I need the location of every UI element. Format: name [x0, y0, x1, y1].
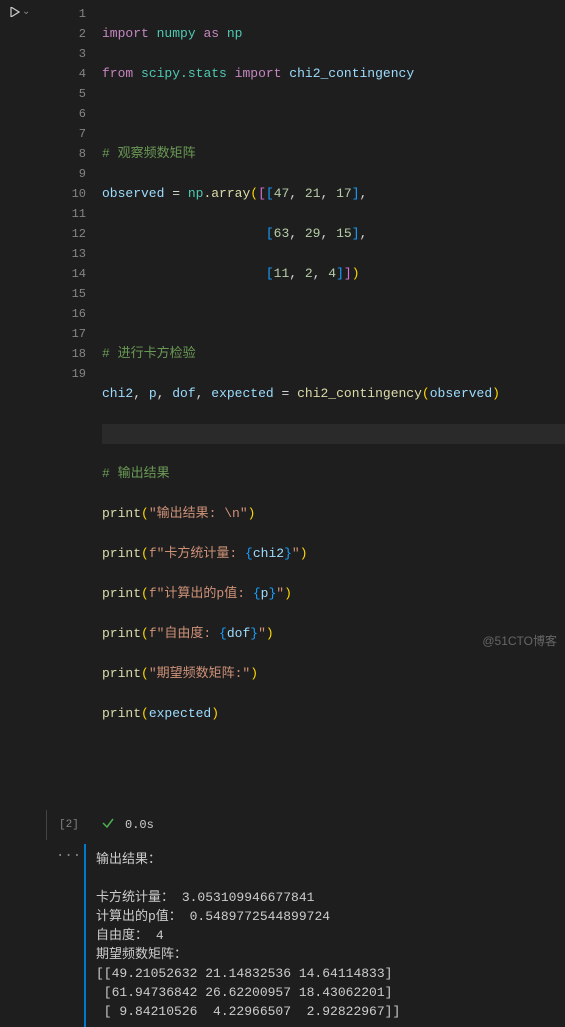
- execution-status: [2] 0.0s: [46, 810, 565, 840]
- code-cell[interactable]: 1 2 3 4 5 6 7 8 9 10 11 12 13 14 15 16 1…: [44, 0, 565, 804]
- output-content: 输出结果： 卡方统计量： 3.053109946677841 计算出的p值： 0…: [84, 844, 565, 1027]
- output-gutter[interactable]: ···: [42, 844, 84, 1027]
- output-cell: ··· 输出结果： 卡方统计量： 3.053109946677841 计算出的p…: [42, 844, 565, 1027]
- chevron-down-icon[interactable]: ⌄: [22, 6, 30, 18]
- execution-count: [2]: [59, 819, 91, 831]
- play-icon[interactable]: [10, 7, 20, 17]
- line-number-gutter: 1 2 3 4 5 6 7 8 9 10 11 12 13 14 15 16 1…: [46, 4, 102, 804]
- execution-time: 0.0s: [125, 818, 154, 832]
- cell-run-controls[interactable]: ⌄: [0, 0, 42, 20]
- code-content[interactable]: import numpy as np from scipy.stats impo…: [102, 4, 565, 804]
- watermark: @51CTO博客: [482, 632, 557, 649]
- check-icon: [101, 816, 115, 834]
